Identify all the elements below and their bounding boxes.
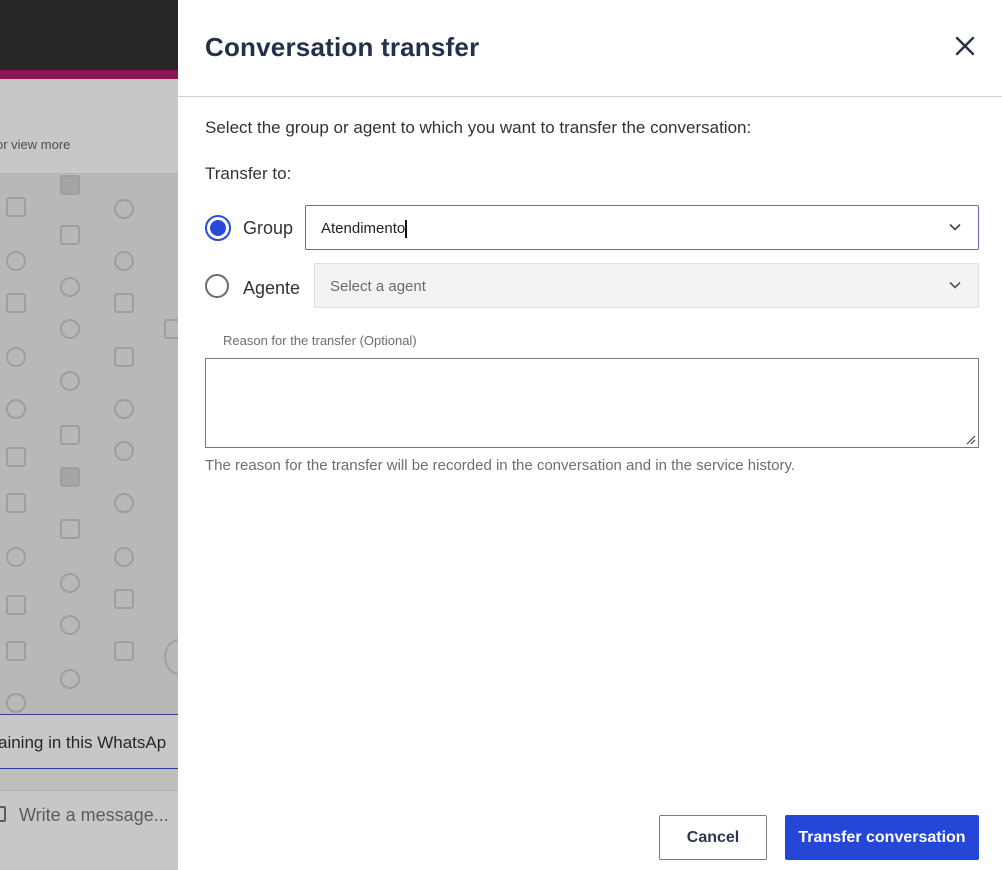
agent-select[interactable]: Select a agent <box>314 263 979 308</box>
conversation-transfer-dialog: Conversation transfer Select the group o… <box>178 0 1002 870</box>
text-cursor <box>405 220 407 238</box>
reason-help-text: The reason for the transfer will be reco… <box>205 457 796 474</box>
header-divider <box>178 96 1002 97</box>
agent-radio[interactable] <box>205 274 229 298</box>
chevron-down-icon <box>949 223 961 231</box>
transfer-conversation-button[interactable]: Transfer conversation <box>785 815 979 860</box>
cancel-button[interactable]: Cancel <box>659 815 767 860</box>
reason-textarea[interactable] <box>205 358 979 448</box>
chevron-down-icon <box>949 281 961 289</box>
transfer-to-label: Transfer to: <box>205 164 292 183</box>
transfer-instruction: Select the group or agent to which you w… <box>205 118 752 137</box>
close-icon <box>955 36 975 56</box>
group-select[interactable]: Atendimento <box>305 205 979 250</box>
dialog-title: Conversation transfer <box>205 32 480 62</box>
resize-grip-icon[interactable] <box>964 433 976 445</box>
group-option-label[interactable]: Group <box>243 218 293 239</box>
group-radio[interactable] <box>205 215 231 241</box>
agent-option-label[interactable]: Agente <box>243 278 300 299</box>
agent-select-placeholder: Select a agent <box>330 278 426 295</box>
group-select-value: Atendimento <box>321 220 406 237</box>
close-button[interactable] <box>952 33 978 59</box>
modal-backdrop[interactable] <box>0 0 178 870</box>
reason-label: Reason for the transfer (Optional) <box>223 333 417 348</box>
